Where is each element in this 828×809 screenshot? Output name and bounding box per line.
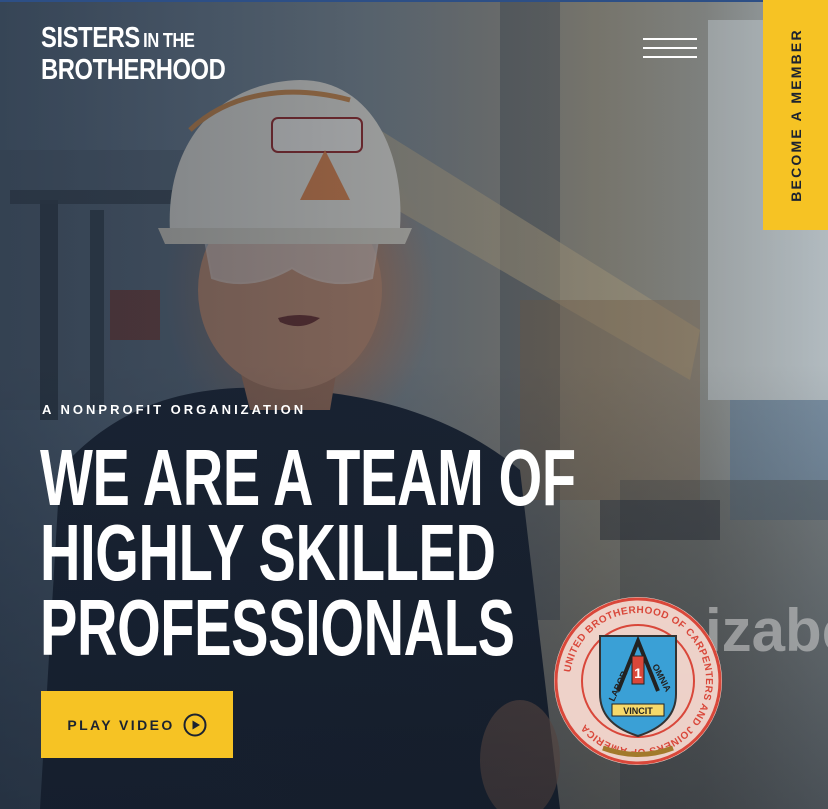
logo-line-2: BROTHERHOOD [41, 54, 226, 86]
hero-section: izabe SISTERSIN THE BROTHERHOOD BECOME A… [0, 0, 828, 809]
logo-line-1: SISTERS IN THE [41, 24, 225, 55]
menu-bar-top [643, 38, 697, 40]
site-logo[interactable]: SISTERS IN THE BROTHERHOOD [41, 24, 226, 86]
logo-word-sisters: SISTERS [41, 22, 140, 54]
hamburger-menu-icon[interactable] [641, 34, 699, 66]
become-member-button[interactable]: BECOME A MEMBER [763, 0, 828, 230]
hero-eyebrow: A NONPROFIT ORGANIZATION [42, 402, 307, 417]
carpenters-union-emblem: UNITED BROTHERHOOD OF CARPENTERS AND JOI… [554, 597, 722, 765]
play-video-button[interactable]: PLAY VIDEO [41, 691, 233, 758]
play-circle-icon [183, 713, 207, 736]
menu-bar-bottom [643, 56, 697, 58]
top-border [0, 0, 828, 2]
headline-line-1: WE ARE A TEAM OF [40, 433, 576, 522]
headline-line-3: PROFESSIONALS [40, 583, 515, 672]
logo-word-in-the: IN THE [143, 30, 195, 52]
become-member-label: BECOME A MEMBER [787, 28, 804, 202]
play-video-label: PLAY VIDEO [67, 716, 175, 733]
emblem-word-vincit: VINCIT [623, 706, 653, 716]
hero-headline: WE ARE A TEAM OF HIGHLY SKILLED PROFESSI… [40, 433, 576, 672]
emblem-number: 1 [634, 665, 642, 681]
menu-bar-middle [643, 47, 697, 49]
headline-line-2: HIGHLY SKILLED [40, 508, 496, 597]
